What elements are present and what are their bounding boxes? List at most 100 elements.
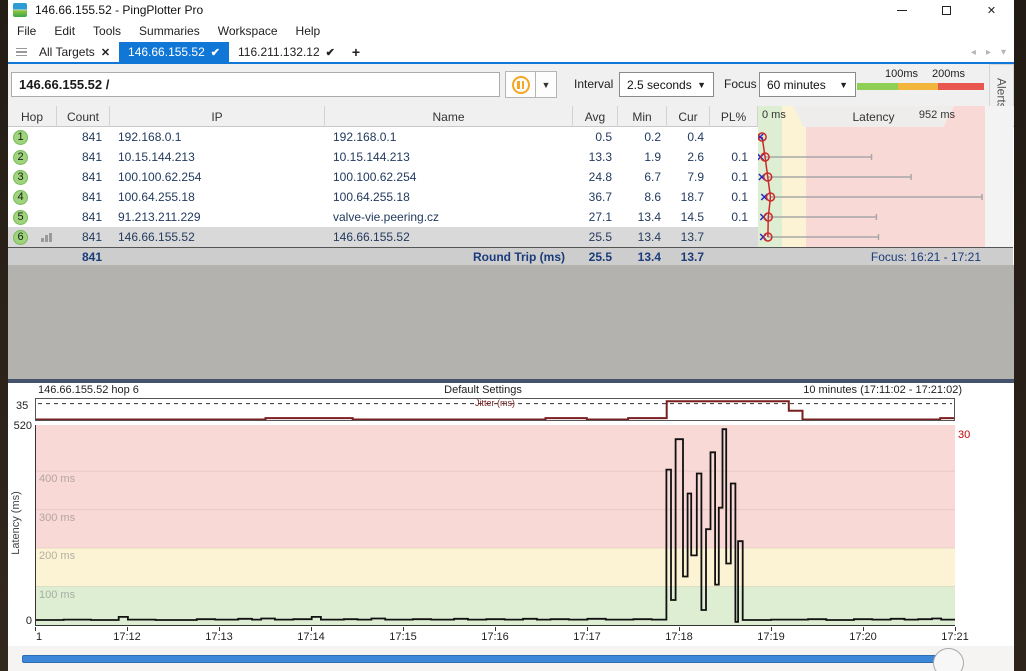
zone-label-400: 400 ms (39, 473, 75, 485)
summary-avg: 25.5 (573, 247, 618, 267)
column-header-pl[interactable]: PL% (710, 106, 758, 127)
cell-avg: 25.5 (573, 227, 618, 247)
menu-item-workspace[interactable]: Workspace (209, 21, 287, 41)
column-header-ip[interactable]: IP (110, 106, 325, 127)
tab-all-targets[interactable]: All Targets✕ (30, 42, 119, 62)
close-tab-icon[interactable]: ✕ (101, 46, 110, 59)
hop-number-badge: 2 (13, 150, 28, 165)
hamburger-icon[interactable] (8, 42, 30, 62)
check-icon[interactable]: ✔ (326, 46, 335, 59)
new-tab-button[interactable]: + (344, 42, 368, 62)
column-header-count[interactable]: Count (57, 106, 110, 127)
column-header-hop[interactable]: Hop (8, 106, 57, 127)
hop-number-badge: 1 (13, 130, 28, 145)
timeline-handle[interactable] (933, 648, 964, 671)
toolbar: 146.66.155.52 / ▼ Interval 2.5 seconds▼ … (8, 64, 1014, 106)
cell-pl: 0.1 (710, 147, 758, 167)
maximize-icon (942, 6, 951, 15)
check-icon[interactable]: ✔ (211, 46, 220, 59)
cell-avg: 27.1 (573, 207, 618, 227)
cell-name: 100.100.62.254 (325, 167, 573, 187)
zone-label-300: 300 ms (39, 512, 75, 524)
column-header-min[interactable]: Min (618, 106, 667, 127)
window-title: 146.66.155.52 - PingPlotter Pro (35, 3, 203, 17)
cell-cur: 2.6 (667, 147, 710, 167)
hop-number-badge: 6 (13, 230, 28, 245)
column-header-avg[interactable]: Avg (573, 106, 618, 127)
time-tick-label: 17:21 (935, 631, 975, 643)
jitter-chart[interactable]: Jitter (ms) (35, 398, 955, 421)
tab-scroll-left-icon[interactable]: ◂ (971, 47, 976, 58)
time-axis: 117:1217:1317:1417:1517:1617:1717:1817:1… (35, 627, 975, 645)
pause-button[interactable] (505, 71, 536, 98)
cell-cur: 14.5 (667, 207, 710, 227)
focus-label: Focus (724, 77, 757, 91)
table-row-hop-1[interactable]: 1841192.168.0.1192.168.0.10.50.20.4 (8, 127, 758, 147)
target-input[interactable]: 146.66.155.52 / (11, 72, 500, 97)
latency-scale-legend: 100ms200ms (857, 68, 984, 90)
jitter-title: Jitter (ms) (36, 398, 954, 408)
cell-pl: 0.1 (710, 207, 758, 227)
cell-name: 10.15.144.213 (325, 147, 573, 167)
cell-pl: 0.1 (710, 187, 758, 207)
time-tick-label: 17:17 (567, 631, 607, 643)
latency-axis-max-label: 520 (10, 420, 32, 432)
table-row-hop-6[interactable]: 6841146.66.155.52146.66.155.5225.513.413… (8, 227, 758, 247)
minimize-button[interactable] (879, 0, 924, 20)
cell-cur: 7.9 (667, 167, 710, 187)
menu-item-file[interactable]: File (8, 21, 45, 41)
menu-item-summaries[interactable]: Summaries (130, 21, 209, 41)
cell-ip: 100.64.255.18 (110, 187, 325, 207)
table-row-hop-2[interactable]: 284110.15.144.21310.15.144.21313.31.92.6… (8, 147, 758, 167)
summary-min: 13.4 (618, 247, 667, 267)
tab-146-66-155-52[interactable]: 146.66.155.52✔ (119, 42, 229, 62)
table-row-hop-5[interactable]: 584191.213.211.229valve-vie.peering.cz27… (8, 207, 758, 227)
menu-item-edit[interactable]: Edit (45, 21, 84, 41)
focus-select[interactable]: 60 minutes▼ (759, 72, 856, 97)
cell-ip: 10.15.144.213 (110, 147, 325, 167)
pause-dropdown-button[interactable]: ▼ (536, 71, 557, 98)
interval-select[interactable]: 2.5 seconds▼ (619, 72, 714, 97)
tab-116-211-132-12[interactable]: 116.211.132.12✔ (229, 42, 344, 62)
time-tick-label: 17:13 (199, 631, 239, 643)
jitter-axis-label: 35 (16, 400, 28, 412)
cell-pl (710, 227, 758, 247)
hop-number-badge: 4 (13, 190, 28, 205)
summary-label: Round Trip (ms) (325, 247, 573, 267)
menu-item-help[interactable]: Help (287, 21, 330, 41)
menu-item-tools[interactable]: Tools (84, 21, 130, 41)
latency-chart[interactable]: 400 ms300 ms200 ms100 ms (35, 425, 955, 626)
cell-min: 13.4 (618, 227, 667, 247)
column-header-cur[interactable]: Cur (667, 106, 710, 127)
time-tick-label: 17:16 (475, 631, 515, 643)
tab-list-icon[interactable]: ▾ (1001, 47, 1006, 58)
cell-name: 100.64.255.18 (325, 187, 573, 207)
menu-bar: FileEditToolsSummariesWorkspaceHelp (8, 20, 1014, 42)
cell-avg: 13.3 (573, 147, 618, 167)
time-tick-label: 17:18 (659, 631, 699, 643)
time-tick-label: 17:12 (107, 631, 147, 643)
cell-count: 841 (57, 187, 110, 207)
chevron-down-icon: ▼ (839, 80, 848, 90)
cell-min: 8.6 (618, 187, 667, 207)
summary-focus-range: Focus: 16:21 - 17:21 (758, 247, 985, 267)
legend-label: 200ms (932, 68, 965, 80)
table-row-hop-3[interactable]: 3841100.100.62.254100.100.62.25424.86.77… (8, 167, 758, 187)
bar-chart-icon (41, 233, 52, 242)
cell-min: 1.9 (618, 147, 667, 167)
close-button[interactable]: ✕ (969, 0, 1014, 20)
column-header-latency[interactable]: Latency0 ms952 ms (758, 106, 985, 127)
tab-scroll-right-icon[interactable]: ▸ (986, 47, 991, 58)
hop-number-badge: 3 (13, 170, 28, 185)
column-header-name[interactable]: Name (325, 106, 573, 127)
table-row-hop-4[interactable]: 4841100.64.255.18100.64.255.1836.78.618.… (8, 187, 758, 207)
cell-ip: 192.168.0.1 (110, 127, 325, 147)
zone-label-200: 200 ms (39, 550, 75, 562)
maximize-button[interactable] (924, 0, 969, 20)
timeline-scrollbar[interactable] (22, 655, 958, 663)
latency-header-min: 0 ms (762, 109, 786, 121)
cell-min: 13.4 (618, 207, 667, 227)
cell-avg: 24.8 (573, 167, 618, 187)
round-trip-summary-row: 841Round Trip (ms)25.513.413.7Focus: 16:… (8, 247, 1013, 265)
table-scrollbar-strip[interactable] (985, 106, 1013, 265)
